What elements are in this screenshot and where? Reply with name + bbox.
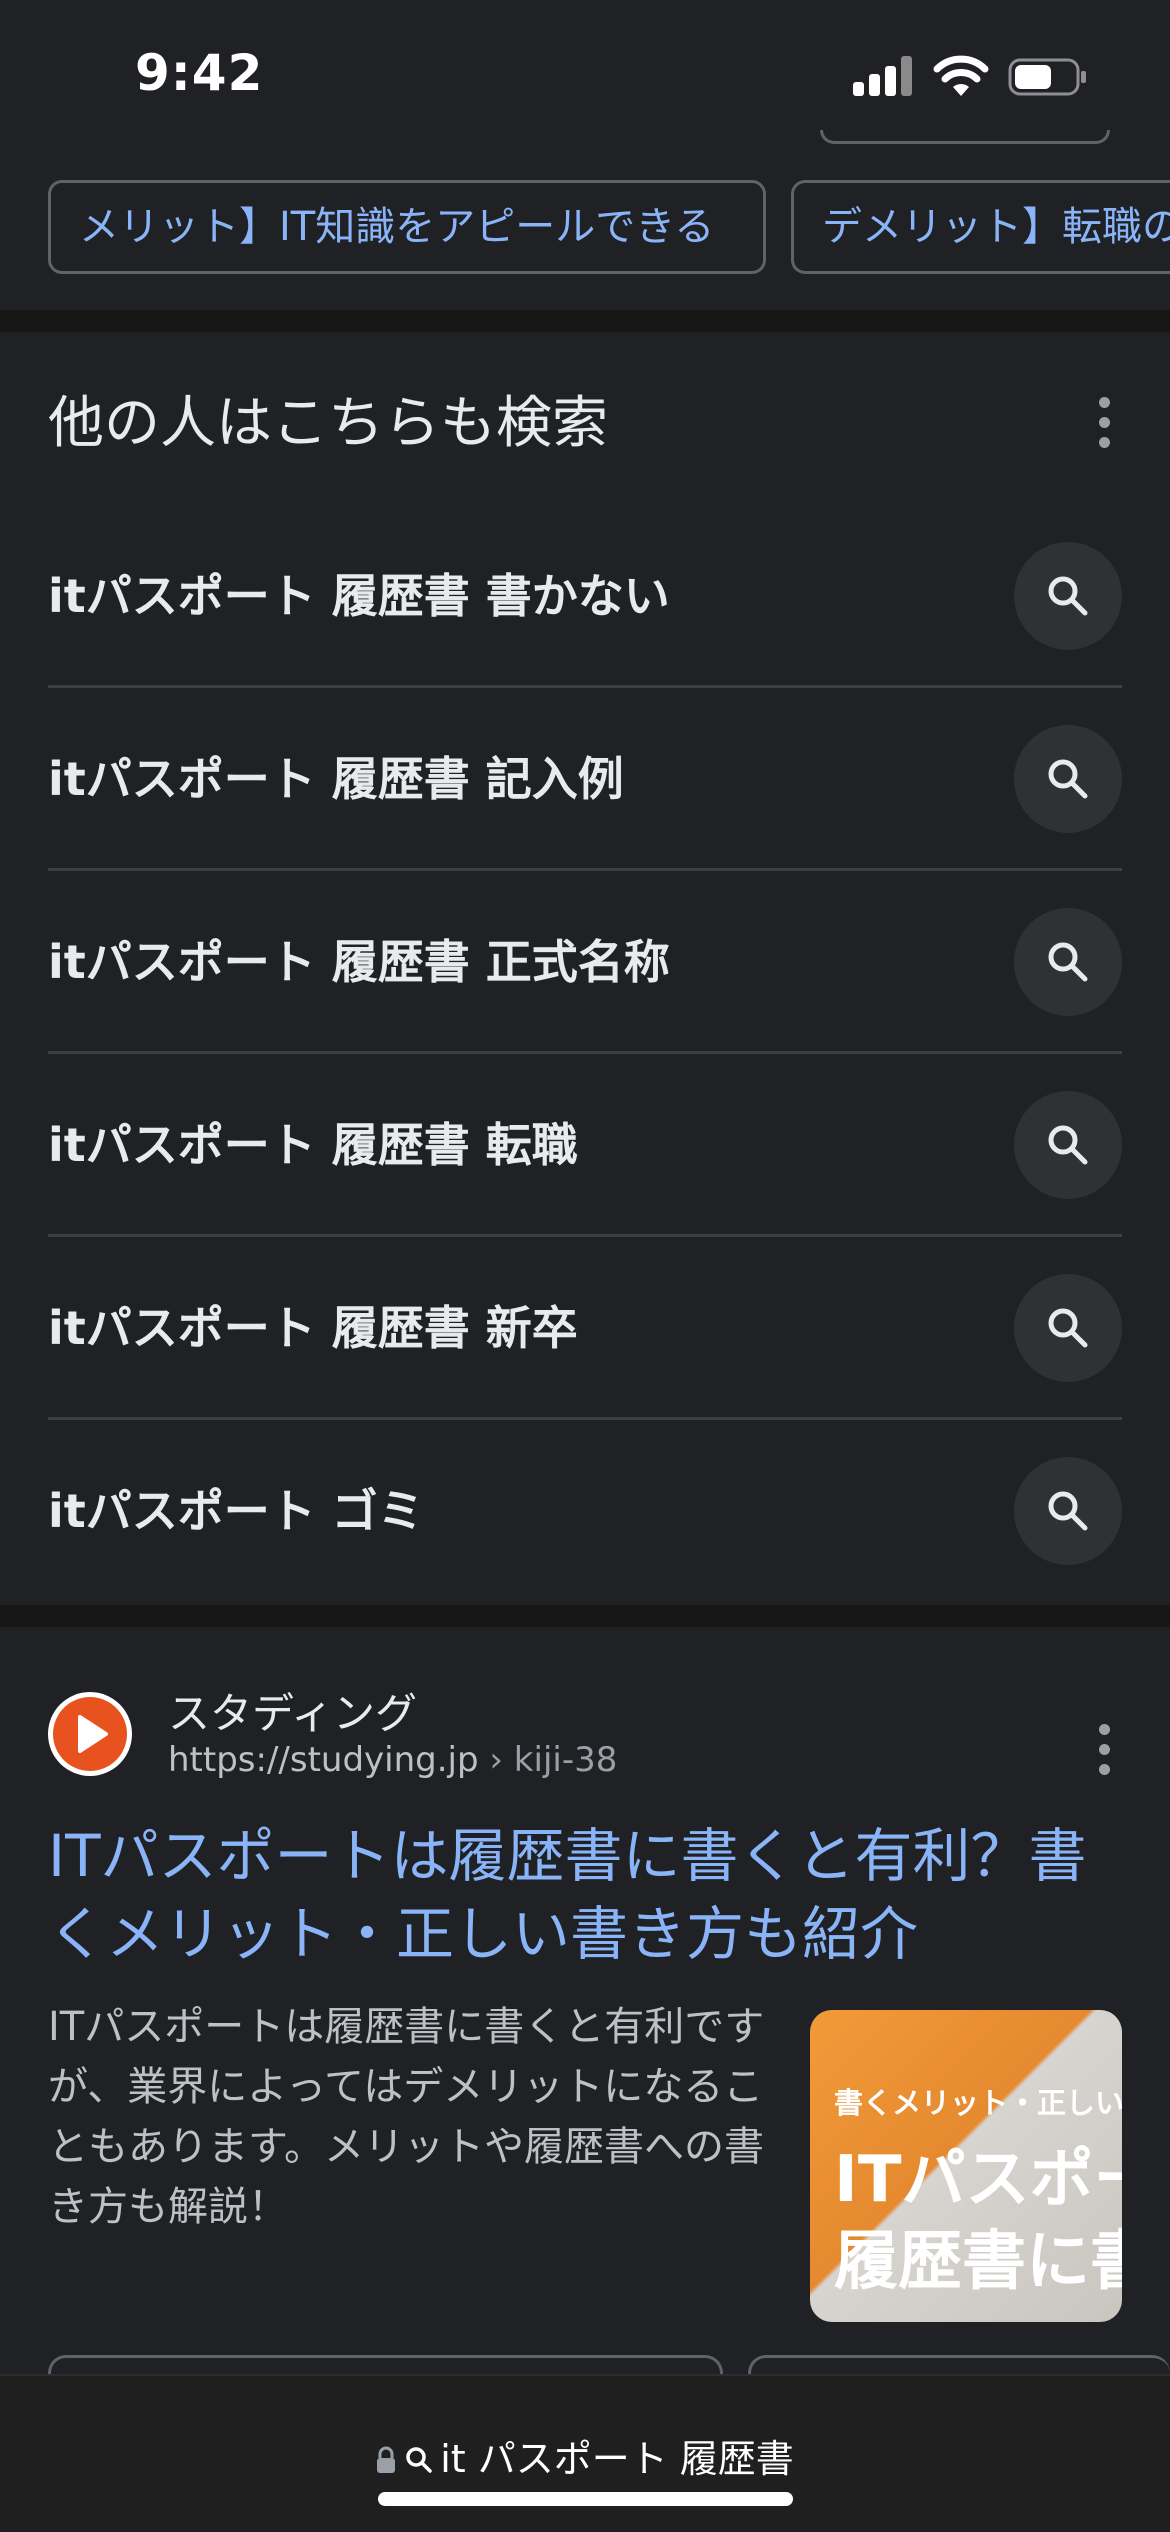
result-title-link[interactable]: ITパスポートは履歴書に書くと有利？書くメリット・正しい書き方も紹介 (48, 1817, 1128, 1973)
battery-icon (1008, 58, 1088, 96)
search-icon[interactable] (1014, 725, 1122, 833)
section-divider (0, 1605, 1170, 1627)
chip-demerit[interactable]: デメリット】転職の (791, 180, 1170, 274)
wifi-icon (933, 52, 989, 98)
status-time: 9:42 (135, 44, 264, 102)
related-search-item[interactable]: itパスポート ゴミ (48, 1420, 1122, 1603)
thumbnail-text: ITパスポー (834, 2143, 1122, 2217)
play-icon (78, 1715, 108, 1753)
status-bar: 9:42 (0, 0, 1170, 145)
url-host: https://studying.jp (168, 1740, 479, 1780)
more-options-icon[interactable] (1092, 393, 1116, 453)
related-search-item[interactable]: itパスポート 履歴書 転職 (48, 1054, 1122, 1237)
chip-merit[interactable]: メリット】IT知識をアピールできる (48, 180, 766, 274)
related-search-label: itパスポート 履歴書 新卒 (48, 1301, 578, 1355)
result-snippet: ITパスポートは履歴書に書くと有利ですが、業界によってはデメリットになることもあ… (48, 2004, 765, 2230)
search-icon[interactable] (1014, 1457, 1122, 1565)
related-search-label: itパスポート ゴミ (48, 1484, 424, 1538)
related-search-label: itパスポート 履歴書 正式名称 (48, 935, 670, 989)
site-name[interactable]: スタディング (168, 1680, 417, 1741)
search-icon[interactable] (1014, 542, 1122, 650)
site-favicon[interactable] (48, 1692, 132, 1776)
related-searches-section: 他の人はこちらも検索 itパスポート 履歴書 書かない itパスポート 履歴書 … (0, 333, 1170, 1603)
related-search-item[interactable]: itパスポート 履歴書 記入例 (48, 688, 1122, 871)
home-indicator[interactable] (378, 2492, 793, 2506)
related-search-label: itパスポート 履歴書 書かない (48, 569, 670, 623)
search-icon[interactable] (1014, 908, 1122, 1016)
more-options-icon[interactable] (1092, 1720, 1116, 1780)
search-icon[interactable] (1014, 1091, 1122, 1199)
address-query: it パスポート 履歴書 (440, 2437, 794, 2481)
google-search-results-page: 9:42 メリット】IT知識をアピールできる デメリット】転職の 他の人はこちら… (0, 0, 1170, 2532)
url-path: › kiji-38 (489, 1740, 618, 1780)
previous-card-edge (820, 130, 1110, 144)
related-search-label: itパスポート 履歴書 記入例 (48, 752, 624, 806)
result-thumbnail[interactable]: 書くメリット・正しい書 ITパスポー 履歴書に書 (810, 2010, 1122, 2322)
address-display[interactable]: it パスポート 履歴書 (0, 2428, 1170, 2484)
search-result-card: スタディング https://studying.jp › kiji-38 ITパ… (0, 1632, 1170, 2377)
thumbnail-text: 書くメリット・正しい書 (834, 2086, 1122, 2120)
related-searches-title: 他の人はこちらも検索 (48, 391, 608, 456)
cellular-signal-icon (853, 56, 913, 96)
related-search-item[interactable]: itパスポート 履歴書 正式名称 (48, 871, 1122, 1054)
section-divider (0, 310, 1170, 332)
related-search-item[interactable]: itパスポート 履歴書 新卒 (48, 1237, 1122, 1420)
site-url[interactable]: https://studying.jp › kiji-38 (168, 1740, 617, 1780)
search-icon[interactable] (1014, 1274, 1122, 1382)
related-search-label: itパスポート 履歴書 転職 (48, 1118, 578, 1172)
browser-address-bar[interactable]: it パスポート 履歴書 (0, 2374, 1170, 2532)
search-icon (404, 2440, 434, 2484)
lock-icon (376, 2440, 396, 2484)
thumbnail-text: 履歴書に書 (834, 2225, 1122, 2299)
answer-chips-row[interactable]: メリット】IT知識をアピールできる デメリット】転職の (0, 130, 1170, 310)
related-search-item[interactable]: itパスポート 履歴書 書かない (48, 505, 1122, 688)
